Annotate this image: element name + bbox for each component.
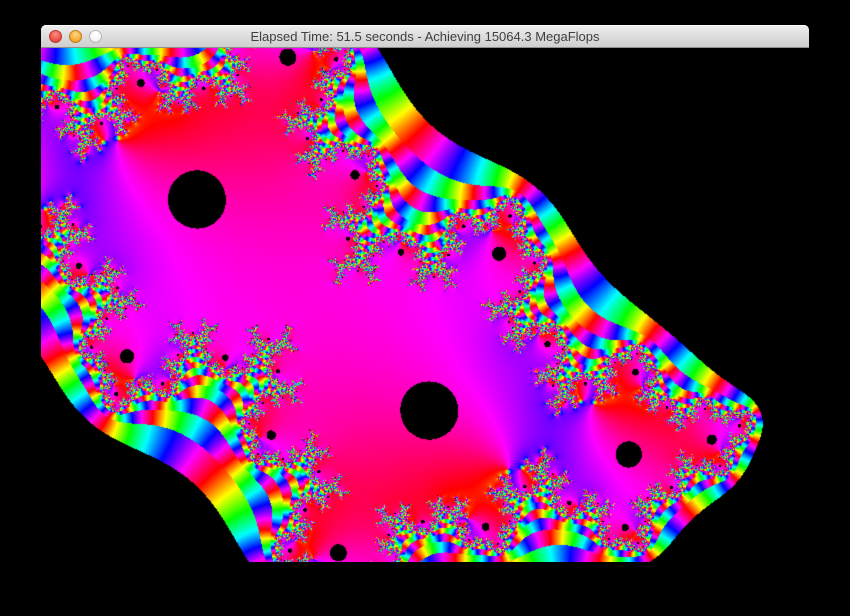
benchmark-window: Elapsed Time: 51.5 seconds - Achieving 1… [41,25,809,562]
desktop: Elapsed Time: 51.5 seconds - Achieving 1… [0,0,850,616]
window-controls [49,25,102,47]
fractal-canvas [41,48,809,562]
close-button[interactable] [49,30,62,43]
zoom-button[interactable] [89,30,102,43]
window-title: Elapsed Time: 51.5 seconds - Achieving 1… [41,25,809,47]
minimize-button[interactable] [69,30,82,43]
window-titlebar[interactable]: Elapsed Time: 51.5 seconds - Achieving 1… [41,25,809,48]
